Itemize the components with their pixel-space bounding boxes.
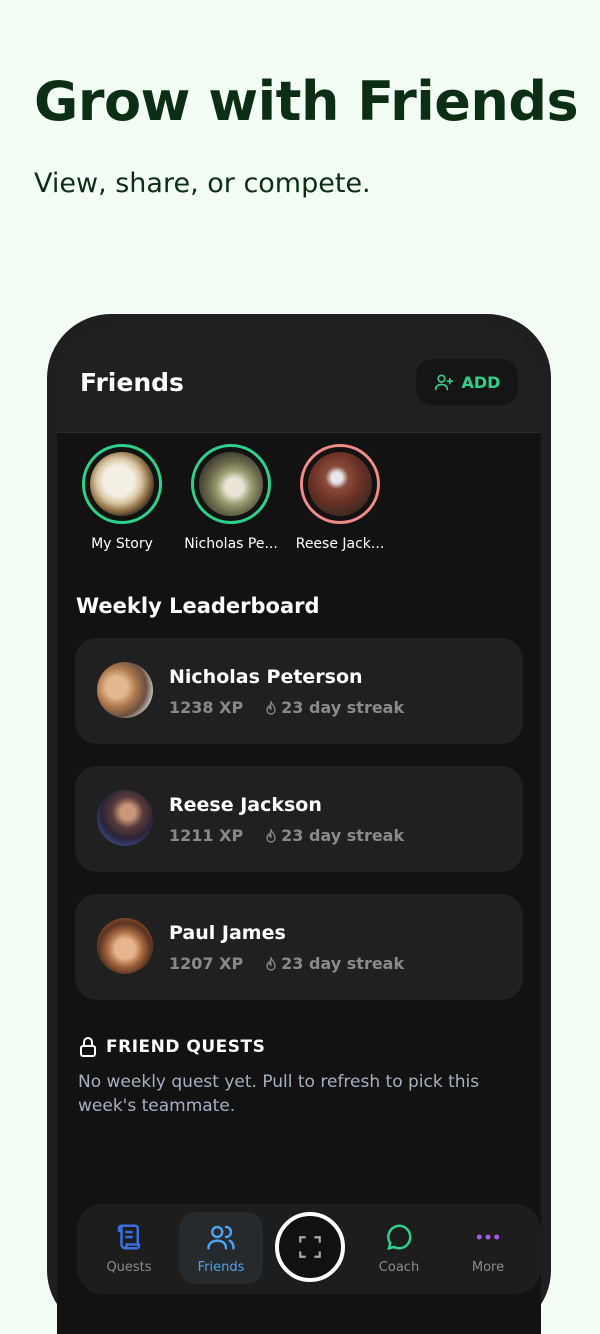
flame-icon: [266, 700, 276, 715]
nav-friends[interactable]: Friends: [179, 1212, 263, 1284]
lock-icon: [80, 1037, 96, 1057]
nav-label: Friends: [197, 1260, 245, 1275]
friend-stats: 1207 XP 23 day streak: [169, 954, 404, 973]
app-screen: Friends ADD My Story Nicholas Pe... Rees…: [57, 324, 541, 1334]
nav-more[interactable]: More: [446, 1212, 530, 1284]
story-photo: [90, 452, 154, 516]
scan-frame-icon: [299, 1236, 321, 1258]
page-title: Friends: [80, 368, 184, 397]
story-ring: [82, 444, 162, 524]
xp-value: 1211 XP: [169, 826, 244, 845]
flame-icon: [266, 956, 276, 971]
scroll-icon: [117, 1224, 141, 1250]
nav-coach[interactable]: Coach: [357, 1212, 441, 1284]
user-plus-icon: [434, 374, 453, 391]
story-nicholas[interactable]: Nicholas Pe...: [181, 444, 281, 552]
story-photo: [199, 452, 263, 516]
story-photo: [308, 452, 372, 516]
leaderboard-card[interactable]: Nicholas Peterson 1238 XP 23 day streak: [75, 638, 523, 744]
chat-icon: [387, 1224, 412, 1250]
friend-stats: 1238 XP 23 day streak: [169, 698, 404, 717]
xp-value: 1207 XP: [169, 954, 244, 973]
friend-quests-title: FRIEND QUESTS: [106, 1037, 266, 1057]
hero-subtitle: View, share, or compete.: [34, 168, 371, 199]
friend-quests-header: FRIEND QUESTS: [79, 1036, 265, 1058]
phone-frame: Friends ADD My Story Nicholas Pe... Rees…: [47, 314, 551, 1334]
story-ring: [300, 444, 380, 524]
story-label: Nicholas Pe...: [184, 536, 278, 552]
flame-icon: [266, 828, 276, 843]
streak-text: 23 day streak: [281, 954, 405, 973]
hero-title: Grow with Friends: [34, 70, 579, 133]
nav-quests[interactable]: Quests: [87, 1212, 171, 1284]
streak-text: 23 day streak: [281, 826, 405, 845]
scan-button[interactable]: [275, 1212, 345, 1282]
add-friend-button[interactable]: ADD: [416, 359, 518, 405]
leaderboard-card[interactable]: Paul James 1207 XP 23 day streak: [75, 894, 523, 1000]
streak: 23 day streak: [265, 826, 404, 845]
add-friend-label: ADD: [461, 372, 501, 392]
nav-label: More: [471, 1260, 505, 1275]
avatar: [97, 790, 153, 846]
nav-label: Quests: [106, 1260, 152, 1275]
nav-label: Coach: [378, 1260, 420, 1275]
top-bar: Friends ADD: [57, 324, 541, 433]
streak-text: 23 day streak: [281, 698, 405, 717]
avatar: [97, 662, 153, 718]
stories-row: My Story Nicholas Pe... Reese Jack...: [57, 444, 541, 564]
story-ring: [191, 444, 271, 524]
friend-quests-message: No weekly quest yet. Pull to refresh to …: [78, 1072, 480, 1116]
story-label: My Story: [91, 536, 153, 552]
streak: 23 day streak: [265, 698, 404, 717]
more-dots-icon: [476, 1234, 500, 1240]
friend-stats: 1211 XP 23 day streak: [169, 826, 404, 845]
bottom-nav: Quests Friends Coach More: [77, 1204, 541, 1294]
friend-name: Paul James: [169, 922, 286, 944]
leaderboard-title: Weekly Leaderboard: [76, 594, 320, 618]
story-label: Reese Jack...: [295, 536, 385, 552]
xp-value: 1238 XP: [169, 698, 244, 717]
story-reese[interactable]: Reese Jack...: [290, 444, 390, 552]
users-icon: [207, 1225, 235, 1250]
friend-name: Nicholas Peterson: [169, 666, 363, 688]
friend-name: Reese Jackson: [169, 794, 322, 816]
avatar: [97, 918, 153, 974]
streak: 23 day streak: [265, 954, 404, 973]
leaderboard-card[interactable]: Reese Jackson 1211 XP 23 day streak: [75, 766, 523, 872]
story-my-story[interactable]: My Story: [72, 444, 172, 552]
